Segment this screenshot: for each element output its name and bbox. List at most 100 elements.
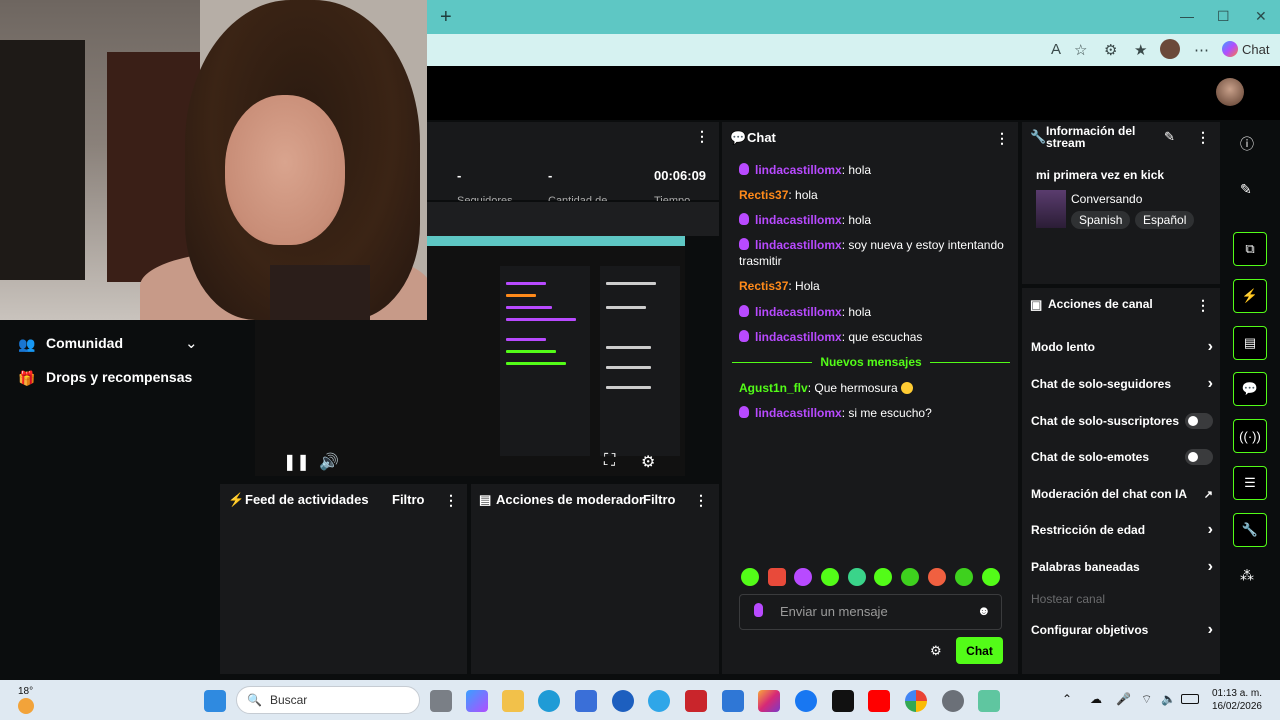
activity-feed-filter[interactable]: Filtro: [392, 492, 425, 507]
activity-feed-menu-icon[interactable]: ⋮: [444, 492, 458, 509]
chrome-icon[interactable]: [905, 690, 927, 712]
channel-actions-menu-icon[interactable]: ⋮: [1196, 297, 1210, 314]
chat-username[interactable]: Rectis37: [739, 279, 788, 293]
emote-icon[interactable]: [741, 568, 759, 586]
emote-icon[interactable]: [982, 568, 1000, 586]
outlook-icon[interactable]: [722, 690, 744, 712]
emotes-only-toggle[interactable]: [1185, 449, 1213, 465]
rail-share-icon[interactable]: ⁂: [1240, 567, 1254, 584]
app-icon[interactable]: [648, 690, 670, 712]
file-explorer-icon[interactable]: [502, 690, 524, 712]
taskbar-search[interactable]: 🔍 Buscar: [236, 686, 420, 714]
rail-panels-icon[interactable]: ☰: [1233, 466, 1267, 500]
windows-start-icon[interactable]: [204, 690, 226, 712]
tray-chevron-icon[interactable]: ⌃: [1062, 692, 1072, 706]
edge-icon[interactable]: [538, 690, 560, 712]
action-ai-moderation[interactable]: Moderación del chat con IA ↗: [1031, 485, 1213, 503]
action-age-restriction[interactable]: Restricción de edad ›: [1031, 521, 1213, 539]
store-icon[interactable]: [575, 690, 597, 712]
edit-icon[interactable]: ✎: [1164, 129, 1175, 145]
chat-settings-icon[interactable]: ⚙: [930, 643, 942, 659]
emote-icon[interactable]: [794, 568, 812, 586]
maximize-icon[interactable]: ☐: [1217, 8, 1230, 25]
close-icon[interactable]: ✕: [1255, 8, 1267, 25]
minimize-icon[interactable]: —: [1180, 8, 1194, 24]
battery-icon[interactable]: [1181, 694, 1199, 704]
rail-bolt-icon[interactable]: ⚡: [1233, 279, 1267, 313]
copilot-button[interactable]: Chat: [1222, 41, 1269, 57]
chevron-right-icon: ›: [1207, 338, 1213, 355]
microphone-icon[interactable]: 🎤: [1116, 692, 1131, 706]
stats-menu-icon[interactable]: ⋮: [695, 128, 709, 145]
chat-username[interactable]: Agust1n_flv: [739, 381, 808, 395]
facebook-icon[interactable]: [795, 690, 817, 712]
chat-username[interactable]: lindacastillomx: [755, 163, 842, 177]
pencil-icon[interactable]: ✎: [1240, 181, 1252, 198]
emote-icon[interactable]: [874, 568, 892, 586]
favorite-star-icon[interactable]: ☆: [1074, 41, 1087, 59]
obs-icon[interactable]: [942, 690, 964, 712]
rail-chat-icon[interactable]: 💬: [1233, 372, 1267, 406]
rail-wrench-icon[interactable]: 🔧: [1233, 513, 1267, 547]
cloud-icon[interactable]: ☁: [1090, 692, 1102, 706]
stream-tag[interactable]: Spanish: [1071, 211, 1131, 229]
emote-icon[interactable]: [955, 568, 973, 586]
speaker-icon[interactable]: 🔈: [1161, 692, 1176, 706]
mod-actions-menu-icon[interactable]: ⋮: [694, 492, 708, 509]
info-icon[interactable]: ⓘ: [1240, 134, 1254, 154]
fullscreen-icon[interactable]: ⛶: [604, 452, 615, 470]
emote-icon[interactable]: [848, 568, 866, 586]
chat-username[interactable]: lindacastillomx: [755, 238, 842, 252]
emote-icon[interactable]: [821, 568, 839, 586]
mod-actions-filter[interactable]: Filtro: [643, 492, 676, 507]
copilot-app-icon[interactable]: [466, 690, 488, 712]
volume-icon[interactable]: 🔊: [319, 452, 339, 472]
chat-username[interactable]: Rectis37: [739, 188, 788, 202]
mcafee-icon[interactable]: [685, 690, 707, 712]
sidebar-item-drops[interactable]: 🎁 Drops y recompensas: [18, 369, 192, 386]
profile-icon[interactable]: [1160, 39, 1180, 59]
youtube-icon[interactable]: [868, 690, 890, 712]
stream-info-menu-icon[interactable]: ⋮: [1196, 129, 1210, 146]
emoji-picker-icon[interactable]: ☻: [977, 603, 991, 618]
chat-input-placeholder[interactable]: Enviar un mensaje: [780, 604, 888, 619]
rail-document-icon[interactable]: ▤: [1233, 326, 1267, 360]
action-set-goals[interactable]: Configurar objetivos ›: [1031, 621, 1213, 639]
user-avatar[interactable]: [1216, 78, 1244, 106]
weather-widget[interactable]: 18°: [18, 686, 34, 714]
hp-icon[interactable]: [612, 690, 634, 712]
chat-username[interactable]: lindacastillomx: [755, 406, 842, 420]
chat-send-button[interactable]: Chat: [956, 637, 1003, 664]
app-icon[interactable]: [978, 690, 1000, 712]
stream-tag[interactable]: Español: [1135, 211, 1195, 229]
new-tab-button[interactable]: +: [440, 6, 452, 29]
sidebar-item-community[interactable]: 👥 Comunidad: [18, 335, 123, 352]
task-view-icon[interactable]: [430, 690, 452, 712]
emote-icon[interactable]: [901, 568, 919, 586]
instagram-icon[interactable]: [758, 690, 780, 712]
system-clock[interactable]: 01:13 a. m. 16/02/2026: [1204, 687, 1262, 713]
emote-icon[interactable]: [928, 568, 946, 586]
wifi-icon[interactable]: ⌔: [1141, 692, 1152, 707]
pause-icon[interactable]: ❚❚: [283, 452, 310, 472]
action-followers-only[interactable]: Chat de solo-seguidores ›: [1031, 375, 1213, 393]
chat-username[interactable]: lindacastillomx: [755, 305, 842, 319]
more-options-icon[interactable]: ⋯: [1194, 41, 1209, 59]
favorites-icon[interactable]: ★: [1134, 41, 1147, 59]
rail-broadcast-icon[interactable]: ((·)): [1233, 419, 1267, 453]
subscribers-only-toggle[interactable]: [1185, 413, 1213, 429]
chat-username[interactable]: lindacastillomx: [755, 213, 842, 227]
chevron-down-icon[interactable]: ⌄: [185, 334, 198, 352]
settings-icon[interactable]: ⚙: [641, 452, 655, 472]
chat-menu-icon[interactable]: ⋮: [995, 130, 1009, 147]
rail-screen-icon[interactable]: ⧉: [1233, 232, 1267, 266]
read-aloud-icon[interactable]: A: [1051, 41, 1061, 58]
action-slow-mode[interactable]: Modo lento ›: [1031, 338, 1213, 356]
emote-icon[interactable]: [768, 568, 786, 586]
chat-title: Chat: [747, 130, 776, 145]
extensions-icon[interactable]: ⚙: [1104, 41, 1117, 59]
action-banned-words[interactable]: Palabras baneadas ›: [1031, 558, 1213, 576]
tiktok-icon[interactable]: [832, 690, 854, 712]
chat-username[interactable]: lindacastillomx: [755, 330, 842, 344]
stream-category[interactable]: Conversando: [1071, 192, 1142, 206]
